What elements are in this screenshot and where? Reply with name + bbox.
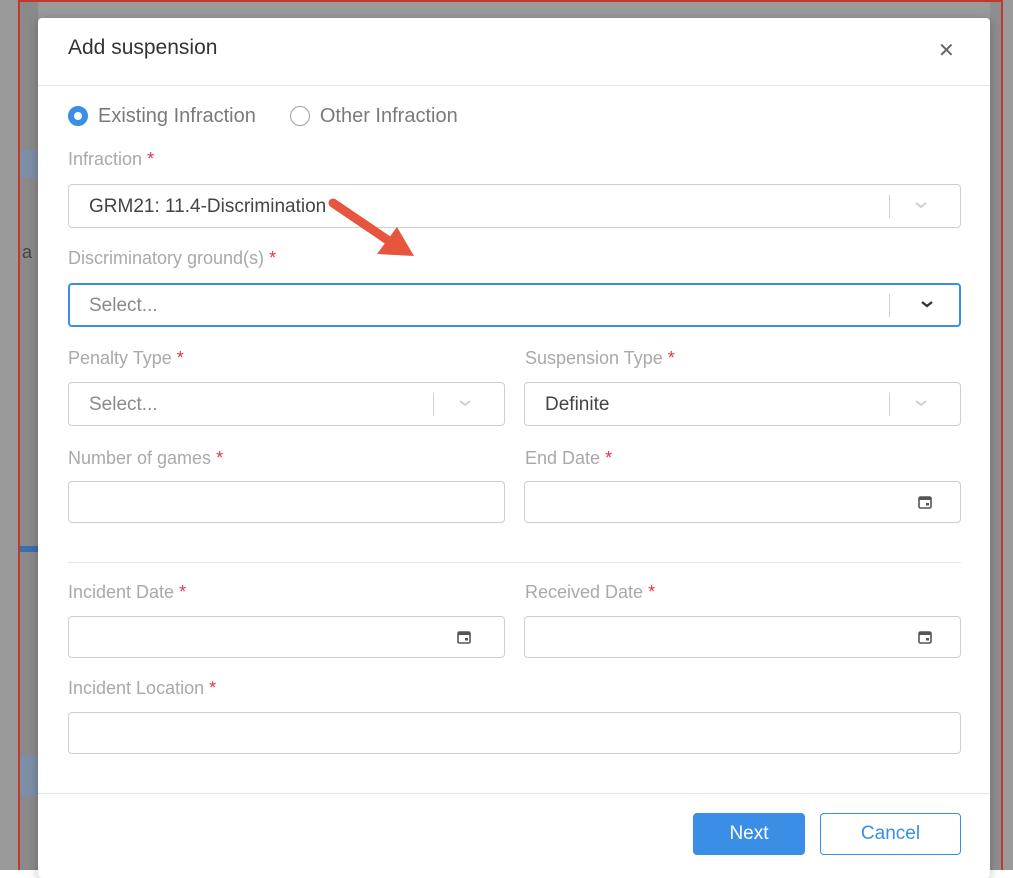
received-date-label: Received Date * [525, 582, 655, 603]
end-date-label-text: End Date [525, 448, 601, 468]
games-label-text: Number of games [68, 448, 212, 468]
required-mark: * [147, 149, 155, 169]
chevron-down-icon[interactable] [913, 395, 929, 411]
infraction-select[interactable]: GRM21: 11.4-Discrimination [68, 184, 961, 228]
received-date-label-text: Received Date [525, 582, 644, 602]
add-suspension-modal: Add suspension ✕ Existing Infraction Oth… [38, 18, 990, 878]
penalty-type-select[interactable]: Select... [68, 382, 505, 426]
required-mark: * [605, 448, 613, 468]
suspension-label-text: Suspension Type [525, 348, 663, 368]
other-infraction-radio[interactable] [289, 106, 310, 126]
select-separator [889, 393, 890, 416]
incident-location-input[interactable] [68, 712, 961, 754]
existing-infraction-label[interactable]: Existing Infraction [98, 105, 256, 128]
calendar-icon[interactable] [918, 630, 932, 644]
modal-title: Add suspension [68, 36, 218, 59]
discriminatory-label-text: Discriminatory ground(s) [68, 248, 265, 268]
close-icon[interactable]: ✕ [938, 38, 955, 63]
incident-location-label: Incident Location * [68, 678, 216, 699]
next-button[interactable]: Next [693, 813, 805, 855]
calendar-icon[interactable] [457, 630, 471, 644]
suspension-type-select[interactable]: Definite [524, 382, 961, 426]
chevron-down-icon[interactable] [457, 395, 473, 411]
number-of-games-label: Number of games * [68, 448, 223, 469]
required-mark: * [216, 448, 224, 468]
chevron-down-icon[interactable] [919, 296, 935, 312]
end-date-input[interactable] [524, 481, 961, 523]
select-separator [889, 195, 890, 218]
cancel-button[interactable]: Cancel [820, 813, 961, 855]
required-mark: * [179, 582, 187, 602]
other-infraction-label[interactable]: Other Infraction [320, 105, 458, 128]
infraction-value: GRM21: 11.4-Discrimination [89, 196, 327, 217]
incident-date-label: Incident Date * [68, 582, 186, 603]
discriminatory-placeholder: Select... [89, 295, 158, 316]
section-divider [68, 562, 961, 563]
discriminatory-ground-label: Discriminatory ground(s) * [68, 248, 276, 269]
required-mark: * [648, 582, 656, 602]
incident-date-input[interactable] [68, 616, 505, 658]
select-separator [889, 294, 890, 317]
chevron-down-icon[interactable] [913, 197, 929, 213]
required-mark: * [269, 248, 277, 268]
required-mark: * [667, 348, 675, 368]
incident-location-label-text: Incident Location [68, 678, 205, 698]
calendar-icon[interactable] [918, 495, 932, 509]
footer-divider [38, 793, 990, 794]
penalty-placeholder: Select... [89, 394, 158, 415]
infraction-type-radio-group: Existing Infraction Other Infraction [68, 104, 492, 128]
discriminatory-ground-select[interactable]: Select... [68, 283, 961, 327]
number-of-games-input[interactable] [68, 481, 505, 523]
suspension-type-label: Suspension Type * [525, 348, 675, 369]
penalty-type-label: Penalty Type * [68, 348, 184, 369]
required-mark: * [209, 678, 217, 698]
incident-date-label-text: Incident Date [68, 582, 175, 602]
penalty-label-text: Penalty Type [68, 348, 172, 368]
infraction-label-text: Infraction [68, 149, 143, 169]
modal-header: Add suspension ✕ [38, 18, 990, 86]
suspension-value: Definite [545, 394, 610, 415]
end-date-label: End Date * [525, 448, 612, 469]
infraction-label: Infraction * [68, 149, 154, 170]
select-separator [433, 393, 434, 416]
received-date-input[interactable] [524, 616, 961, 658]
required-mark: * [176, 348, 184, 368]
existing-infraction-radio[interactable] [68, 106, 88, 126]
